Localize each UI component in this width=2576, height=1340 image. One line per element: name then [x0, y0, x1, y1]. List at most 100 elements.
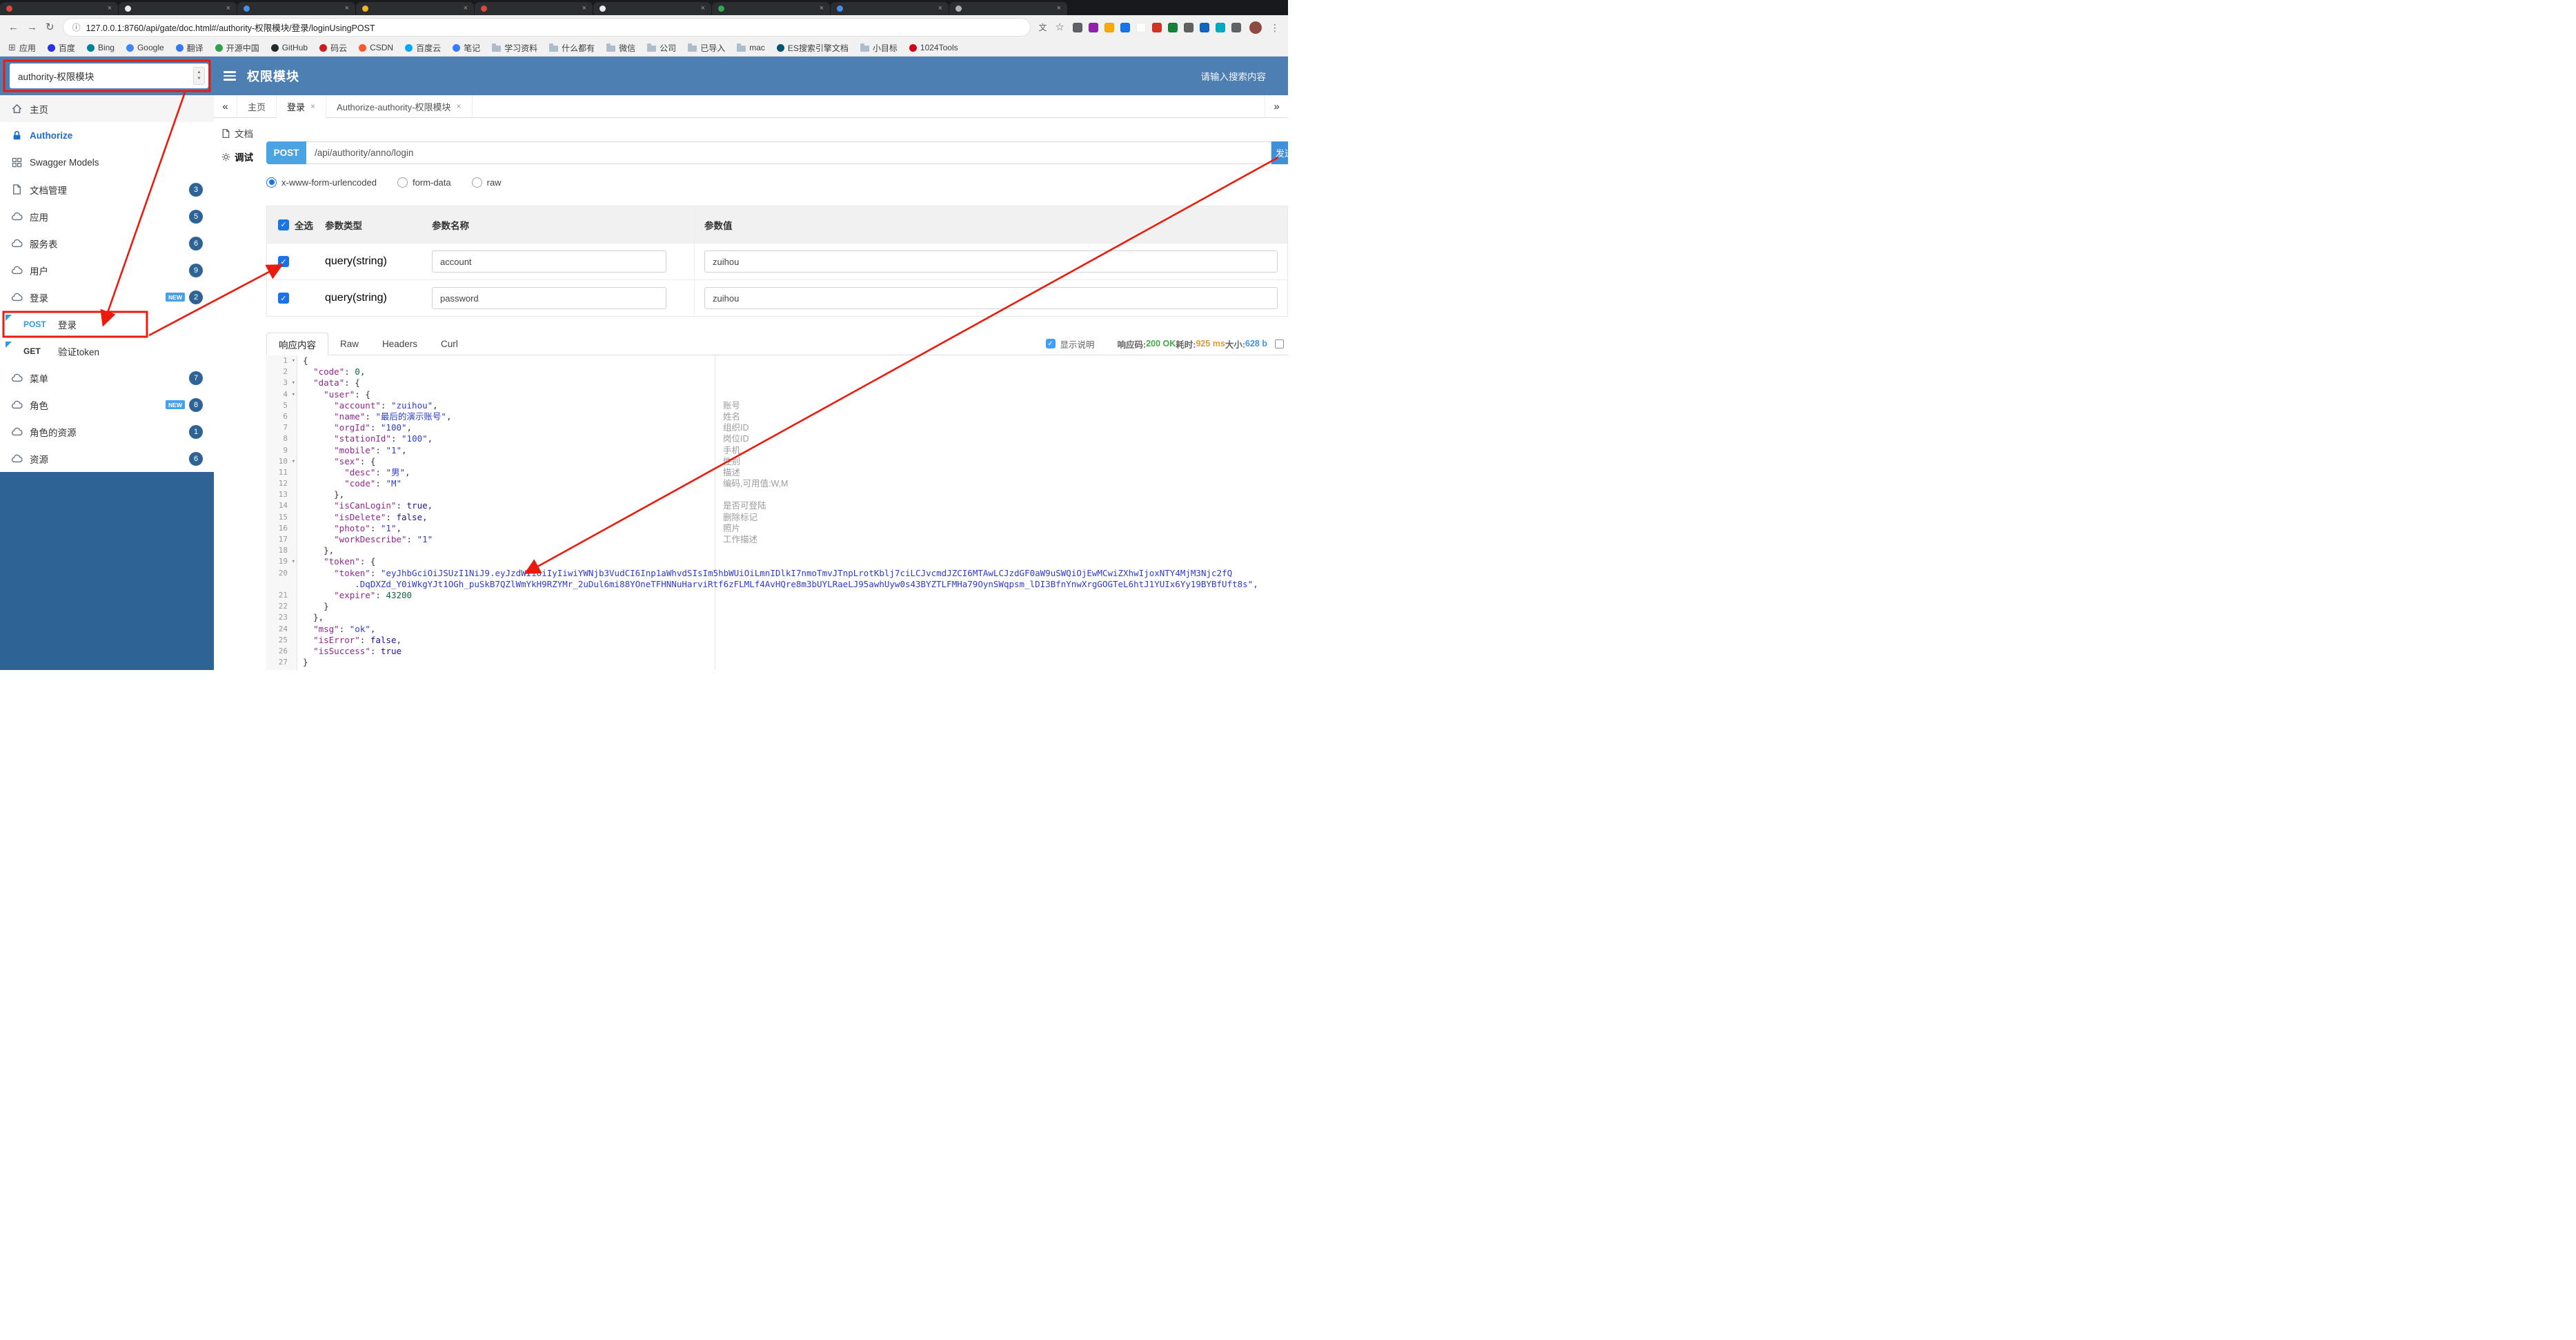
- bookmark-item[interactable]: 笔记: [453, 42, 480, 54]
- bookmark-item[interactable]: 小目标: [860, 42, 898, 54]
- hamburger-icon[interactable]: [224, 71, 236, 81]
- request-path-input[interactable]: /api/authority/anno/login: [306, 141, 1271, 164]
- extension-icon[interactable]: [1120, 22, 1130, 32]
- browser-tab[interactable]: ×: [475, 2, 593, 15]
- fold-marker-icon[interactable]: ▾: [292, 456, 295, 467]
- sidebar-item[interactable]: 菜单 7: [0, 364, 214, 391]
- forward-icon[interactable]: →: [27, 22, 37, 32]
- browser-menu-icon[interactable]: ⋮: [1270, 23, 1280, 32]
- sidebar-item[interactable]: 文档管理 3: [0, 176, 214, 203]
- sidebar-item[interactable]: 角色的资源 1: [0, 418, 214, 445]
- browser-tab[interactable]: ×: [119, 2, 237, 15]
- tab-close-icon[interactable]: ×: [938, 5, 942, 12]
- send-button[interactable]: 发送: [1271, 141, 1288, 164]
- browser-tab[interactable]: ×: [593, 2, 712, 15]
- sidebar-item[interactable]: Swagger Models: [0, 149, 214, 176]
- bookmark-item[interactable]: CSDN: [359, 43, 393, 52]
- bookmark-item[interactable]: ⊞ 应用: [8, 42, 36, 54]
- bookmark-item[interactable]: 已导入: [688, 42, 725, 54]
- bookmark-item[interactable]: 翻译: [175, 42, 204, 54]
- profile-avatar[interactable]: [1249, 21, 1262, 34]
- tab-close-icon[interactable]: ×: [310, 101, 315, 111]
- module-select[interactable]: authority-权限模块 ▲ ▼: [10, 63, 208, 88]
- row-checkbox[interactable]: ✓: [278, 293, 289, 304]
- bookmark-star-icon[interactable]: ☆: [1056, 22, 1064, 32]
- param-name-input[interactable]: password: [432, 287, 666, 309]
- sidebar-item[interactable]: 主页: [0, 95, 214, 122]
- sidebar-endpoint-get[interactable]: GET 验证token: [0, 337, 214, 364]
- sidebar-item[interactable]: 角色 NEW 8: [0, 391, 214, 418]
- main-tab[interactable]: 主页: [237, 95, 277, 117]
- response-tab[interactable]: 响应内容: [266, 333, 328, 355]
- content-type-radio[interactable]: raw: [471, 177, 502, 188]
- tab-close-icon[interactable]: ×: [345, 5, 349, 12]
- expand-icon[interactable]: [1275, 339, 1284, 348]
- browser-tab[interactable]: ×: [356, 2, 475, 15]
- extension-icon[interactable]: [1104, 22, 1114, 32]
- info-icon[interactable]: ⓘ: [72, 21, 81, 33]
- main-tab[interactable]: 登录 ×: [277, 95, 327, 118]
- tab-overflow-icon[interactable]: »: [1265, 95, 1288, 117]
- browser-tab[interactable]: ×: [949, 2, 1068, 15]
- fold-marker-icon[interactable]: ▾: [292, 377, 295, 388]
- browser-tab[interactable]: ×: [0, 2, 119, 15]
- extension-icon[interactable]: [1231, 22, 1241, 32]
- extension-icon[interactable]: [1089, 22, 1098, 32]
- response-tab[interactable]: Raw: [328, 333, 370, 355]
- browser-tab[interactable]: ×: [237, 2, 356, 15]
- browser-tab[interactable]: ×: [831, 2, 949, 15]
- param-value-input[interactable]: zuihou: [704, 287, 1278, 309]
- sidebar-item[interactable]: 登录 NEW 2: [0, 284, 214, 311]
- extension-icon[interactable]: [1184, 22, 1193, 32]
- sidebar-item[interactable]: 用户 9: [0, 257, 214, 284]
- bookmark-item[interactable]: GitHub: [270, 43, 308, 52]
- tab-close-icon[interactable]: ×: [701, 5, 705, 12]
- tab-close-icon[interactable]: ×: [464, 5, 468, 12]
- bookmark-item[interactable]: 1024Tools: [909, 43, 958, 52]
- tab-close-icon[interactable]: ×: [820, 5, 824, 12]
- response-tab[interactable]: Headers: [370, 333, 429, 355]
- bookmark-item[interactable]: 开源中国: [215, 42, 259, 54]
- rail-tab[interactable]: 文档: [221, 126, 258, 140]
- extension-icon[interactable]: [1200, 22, 1209, 32]
- bookmark-item[interactable]: 什么都有: [549, 42, 595, 54]
- translate-icon[interactable]: 文: [1039, 23, 1047, 32]
- bookmark-item[interactable]: ES搜索引擎文档: [776, 42, 849, 54]
- tab-close-icon[interactable]: ×: [108, 5, 112, 12]
- collapse-sidebar-icon[interactable]: «: [214, 95, 237, 117]
- address-bar[interactable]: ⓘ 127.0.0.1:8760/api/gate/doc.html#/auth…: [62, 18, 1031, 37]
- back-icon[interactable]: ←: [8, 22, 19, 32]
- tab-close-icon[interactable]: ×: [226, 5, 230, 12]
- reload-icon[interactable]: ↻: [46, 22, 55, 32]
- fold-marker-icon[interactable]: ▾: [292, 556, 295, 567]
- sidebar-item[interactable]: Authorize: [0, 122, 214, 149]
- sidebar-item[interactable]: 应用 5: [0, 203, 214, 230]
- extension-icon[interactable]: [1216, 22, 1225, 32]
- bookmark-item[interactable]: 码云: [319, 42, 347, 54]
- tab-close-icon[interactable]: ×: [1057, 5, 1061, 12]
- bookmark-item[interactable]: 公司: [647, 42, 676, 54]
- sidebar-item[interactable]: 服务表 6: [0, 230, 214, 257]
- extension-icon[interactable]: [1136, 22, 1146, 32]
- tab-close-icon[interactable]: ×: [582, 5, 586, 12]
- extension-icon[interactable]: [1073, 22, 1082, 32]
- sidebar-endpoint-post[interactable]: POST 登录: [0, 311, 214, 337]
- browser-tab[interactable]: ×: [712, 2, 831, 15]
- tab-close-icon[interactable]: ×: [457, 101, 462, 111]
- param-value-input[interactable]: zuihou: [704, 250, 1278, 273]
- main-tab[interactable]: Authorize-authority-权限模块 ×: [326, 95, 473, 117]
- show-desc-checkbox[interactable]: ✓: [1045, 339, 1056, 348]
- extension-icon[interactable]: [1168, 22, 1178, 32]
- rail-tab[interactable]: 调试: [221, 150, 258, 164]
- header-search-input[interactable]: 请输入搜索内容: [1201, 69, 1279, 83]
- select-all-checkbox[interactable]: ✓: [278, 219, 289, 230]
- extension-icon[interactable]: [1152, 22, 1162, 32]
- bookmark-item[interactable]: 微信: [606, 42, 635, 54]
- bookmark-item[interactable]: 百度云: [405, 42, 441, 54]
- fold-marker-icon[interactable]: ▾: [292, 355, 295, 366]
- bookmark-item[interactable]: mac: [737, 43, 765, 52]
- row-checkbox[interactable]: ✓: [278, 256, 289, 267]
- sidebar-item[interactable]: 资源 6: [0, 445, 214, 472]
- content-type-radio[interactable]: x-www-form-urlencoded: [266, 177, 377, 188]
- content-type-radio[interactable]: form-data: [397, 177, 451, 188]
